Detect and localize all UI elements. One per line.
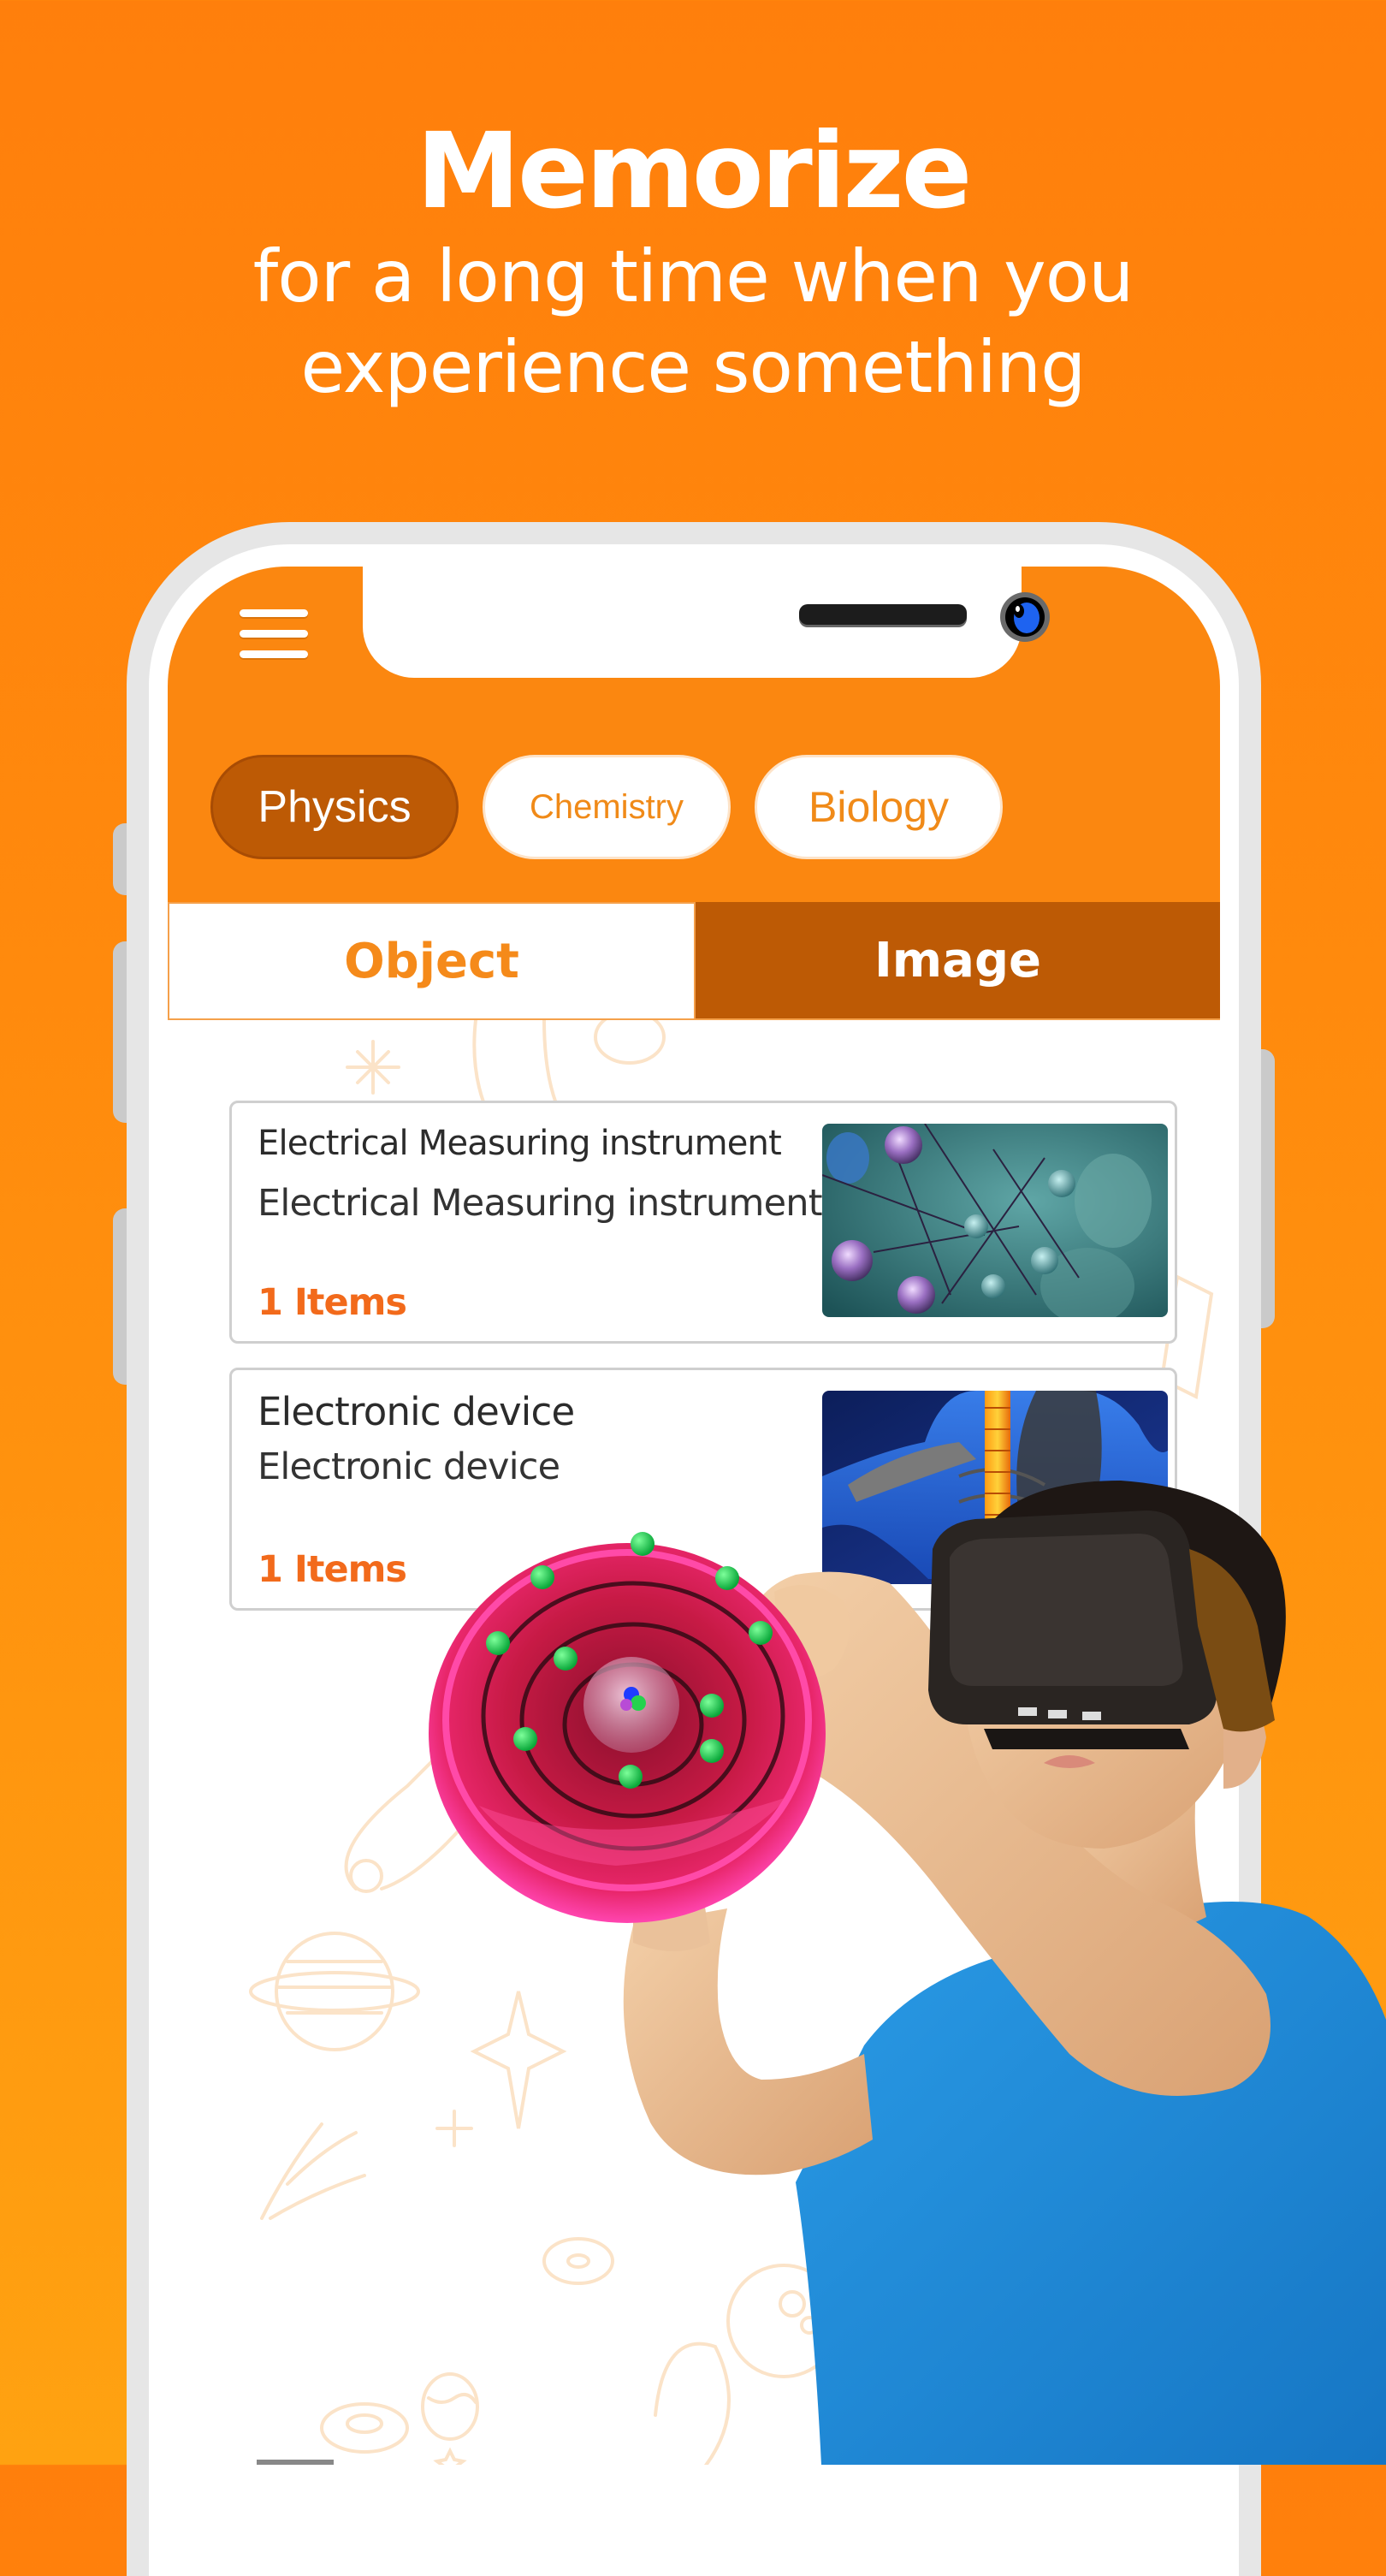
phone-side-button-mute [113, 823, 127, 895]
subject-filter-chips: Physics Chemistry Biology [210, 755, 1003, 859]
star-tiny-icon [433, 2447, 467, 2465]
planet-ring-doodle-icon [249, 1932, 420, 2051]
sparkle-icon [346, 1040, 400, 1095]
category-card-electronic-device[interactable]: Electronic device Electronic device 1 It… [229, 1368, 1177, 1611]
earpiece-speaker [799, 604, 967, 625]
headline-subtitle-line-1: for a long time when you [252, 234, 1134, 318]
swirl-doodle-icon [320, 2402, 409, 2454]
ring-doodle-icon [542, 2237, 614, 2285]
planet-crater-doodle-icon [726, 2264, 841, 2378]
hamburger-icon [240, 609, 308, 617]
hamburger-icon-bar [240, 650, 308, 658]
content-type-tabs: Object Image [168, 902, 1220, 1020]
comet-doodle-icon [344, 1699, 503, 1893]
hamburger-menu-button[interactable] [240, 609, 308, 658]
app-header: Physics Chemistry Biology [168, 567, 1220, 902]
card-description: Electronic device [258, 1445, 560, 1488]
earth-doodle-icon [421, 2372, 479, 2441]
card-item-count: 1 Items [258, 1548, 407, 1591]
phone-notch [363, 567, 1050, 678]
phone-side-button-power [1261, 1049, 1275, 1328]
hamburger-icon-bar [240, 630, 308, 638]
app-screen: Physics Chemistry Biology Object Image E… [168, 567, 1220, 2465]
promo-headline: Memorize for a long time when you experi… [0, 111, 1386, 413]
category-card-electrical-measuring-instrument[interactable]: Electrical Measuring instrument Electric… [229, 1101, 1177, 1344]
card-thumbnail-xray-spine-image [822, 1391, 1168, 1584]
tab-image[interactable]: Image [696, 902, 1220, 1020]
card-title: Electronic device [258, 1389, 575, 1434]
headline-subtitle-line-2: experience something [300, 325, 1086, 409]
headline-title: Memorize [416, 110, 973, 232]
front-camera-icon [1000, 592, 1050, 642]
card-thumbnail-cells-image [822, 1124, 1168, 1317]
comet-small-doodle-icon [260, 2122, 366, 2220]
subject-chip-physics[interactable]: Physics [210, 755, 459, 859]
subject-chip-biology[interactable]: Biology [755, 755, 1003, 859]
sparkle-small-icon [435, 2110, 473, 2147]
phone-side-button-volume-down [113, 1208, 127, 1385]
card-description: Electrical Measuring instrument [258, 1182, 823, 1225]
home-indicator [257, 2460, 334, 2465]
card-title: Electrical Measuring instrument [258, 1124, 782, 1163]
phone-side-button-volume-up [113, 941, 127, 1123]
card-item-count: 1 Items [258, 1281, 407, 1324]
subject-chip-chemistry[interactable]: Chemistry [483, 755, 731, 859]
moon-crescent-doodle-icon [654, 2342, 731, 2465]
star-doodle-icon [470, 1991, 567, 2129]
tab-object[interactable]: Object [168, 902, 696, 1020]
spiral-doodle-icon [594, 1020, 666, 1065]
